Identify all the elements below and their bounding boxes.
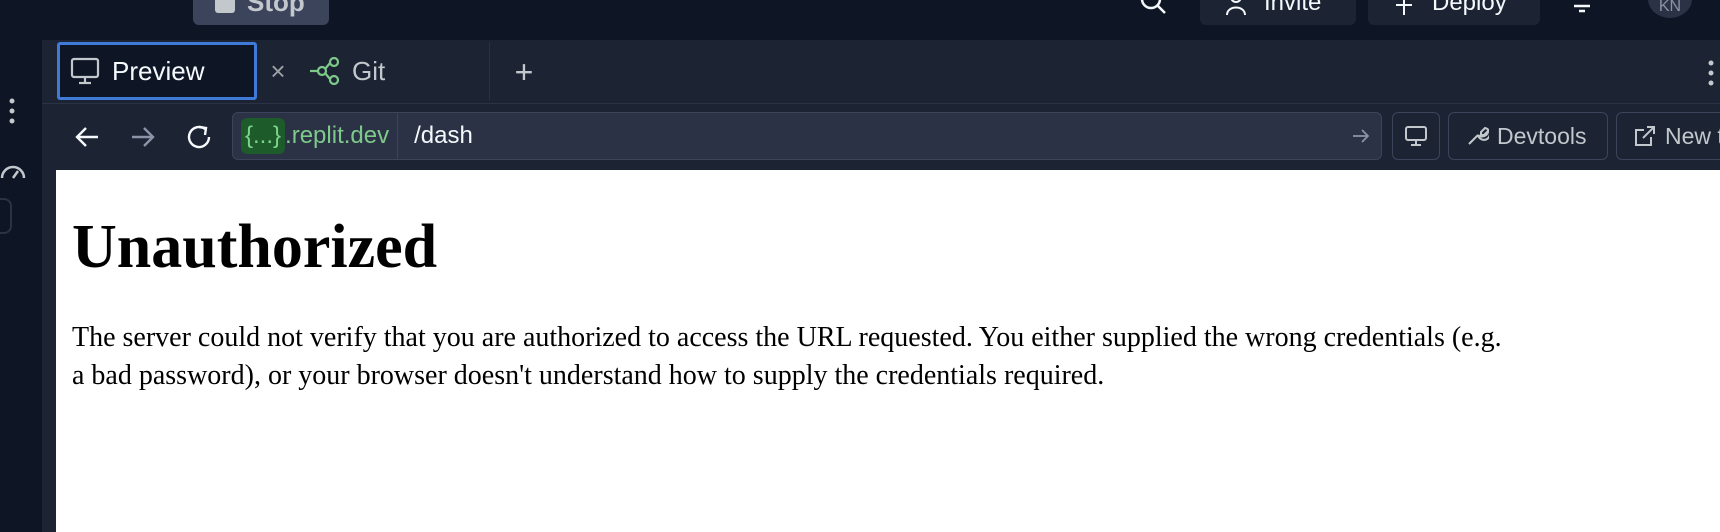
close-icon[interactable]: × [264, 56, 292, 86]
preview-panel: Preview × Git + {...} .replit.dev /dash … [42, 40, 1720, 532]
more-vertical-icon[interactable] [4, 96, 20, 126]
new-tab-button[interactable]: New tab [1616, 112, 1720, 160]
left-sidebar [0, 40, 42, 532]
sidebar-item[interactable] [0, 198, 12, 234]
tab-bar: Preview × Git + [42, 40, 1720, 104]
wrench-icon [1468, 126, 1489, 145]
arrow-left-icon [75, 127, 98, 147]
avatar-initials: KN [1658, 0, 1682, 15]
preview-viewport[interactable]: Unauthorized The server could not verify… [56, 170, 1720, 532]
back-button[interactable] [66, 116, 108, 158]
domain-pill: {...} [241, 118, 286, 154]
user-icon [1226, 0, 1246, 15]
top-bar: Stop Invite Deploy KN [0, 0, 1720, 40]
bell-icon[interactable] [1568, 0, 1596, 16]
refresh-icon [187, 125, 211, 149]
stop-button[interactable]: Stop [193, 0, 329, 25]
deploy-label: Deploy [1432, 0, 1507, 16]
add-tab-button[interactable]: + [500, 50, 548, 94]
error-message: The server could not verify that you are… [72, 319, 1720, 395]
git-branch-icon [310, 57, 340, 85]
stop-icon [215, 0, 235, 13]
new-tab-label: New tab [1665, 122, 1720, 149]
domain-suffix: .replit.dev [285, 122, 390, 149]
url-path-input[interactable] [398, 113, 1341, 159]
search-icon[interactable] [1138, 0, 1168, 16]
tab-preview-label: Preview [112, 55, 205, 86]
browser-toolbar: {...} .replit.dev Devtools [42, 104, 1720, 170]
external-link-icon [1635, 126, 1655, 146]
forward-button[interactable] [122, 116, 164, 158]
gauge-icon[interactable] [0, 160, 26, 186]
deploy-icon [1396, 0, 1412, 15]
arrow-right-icon [1353, 129, 1370, 143]
tab-git[interactable]: Git [298, 42, 490, 100]
monitor-icon [1405, 126, 1427, 146]
devtools-button[interactable]: Devtools [1448, 112, 1608, 160]
domain-label[interactable]: {...} .replit.dev [233, 113, 399, 159]
more-vertical-icon[interactable] [1704, 58, 1718, 88]
page-title: Unauthorized [72, 213, 438, 281]
error-message-line-2: a bad password), or your browser doesn't… [72, 360, 1105, 392]
stop-label: Stop [247, 0, 305, 17]
invite-label: Invite [1264, 0, 1322, 16]
monitor-icon [70, 57, 100, 85]
tab-preview[interactable]: Preview [57, 42, 257, 100]
avatar[interactable]: KN [1648, 0, 1692, 18]
device-preview-button[interactable] [1392, 112, 1440, 160]
invite-button[interactable]: Invite [1200, 0, 1356, 25]
error-message-line-1: The server could not verify that you are… [72, 322, 1502, 354]
go-button[interactable] [1341, 113, 1381, 159]
tab-git-label: Git [352, 55, 386, 86]
arrow-right-icon [132, 127, 155, 147]
deploy-button[interactable]: Deploy [1368, 0, 1540, 25]
devtools-label: Devtools [1497, 122, 1587, 149]
address-bar[interactable]: {...} .replit.dev [232, 112, 1382, 160]
reload-button[interactable] [178, 116, 220, 158]
